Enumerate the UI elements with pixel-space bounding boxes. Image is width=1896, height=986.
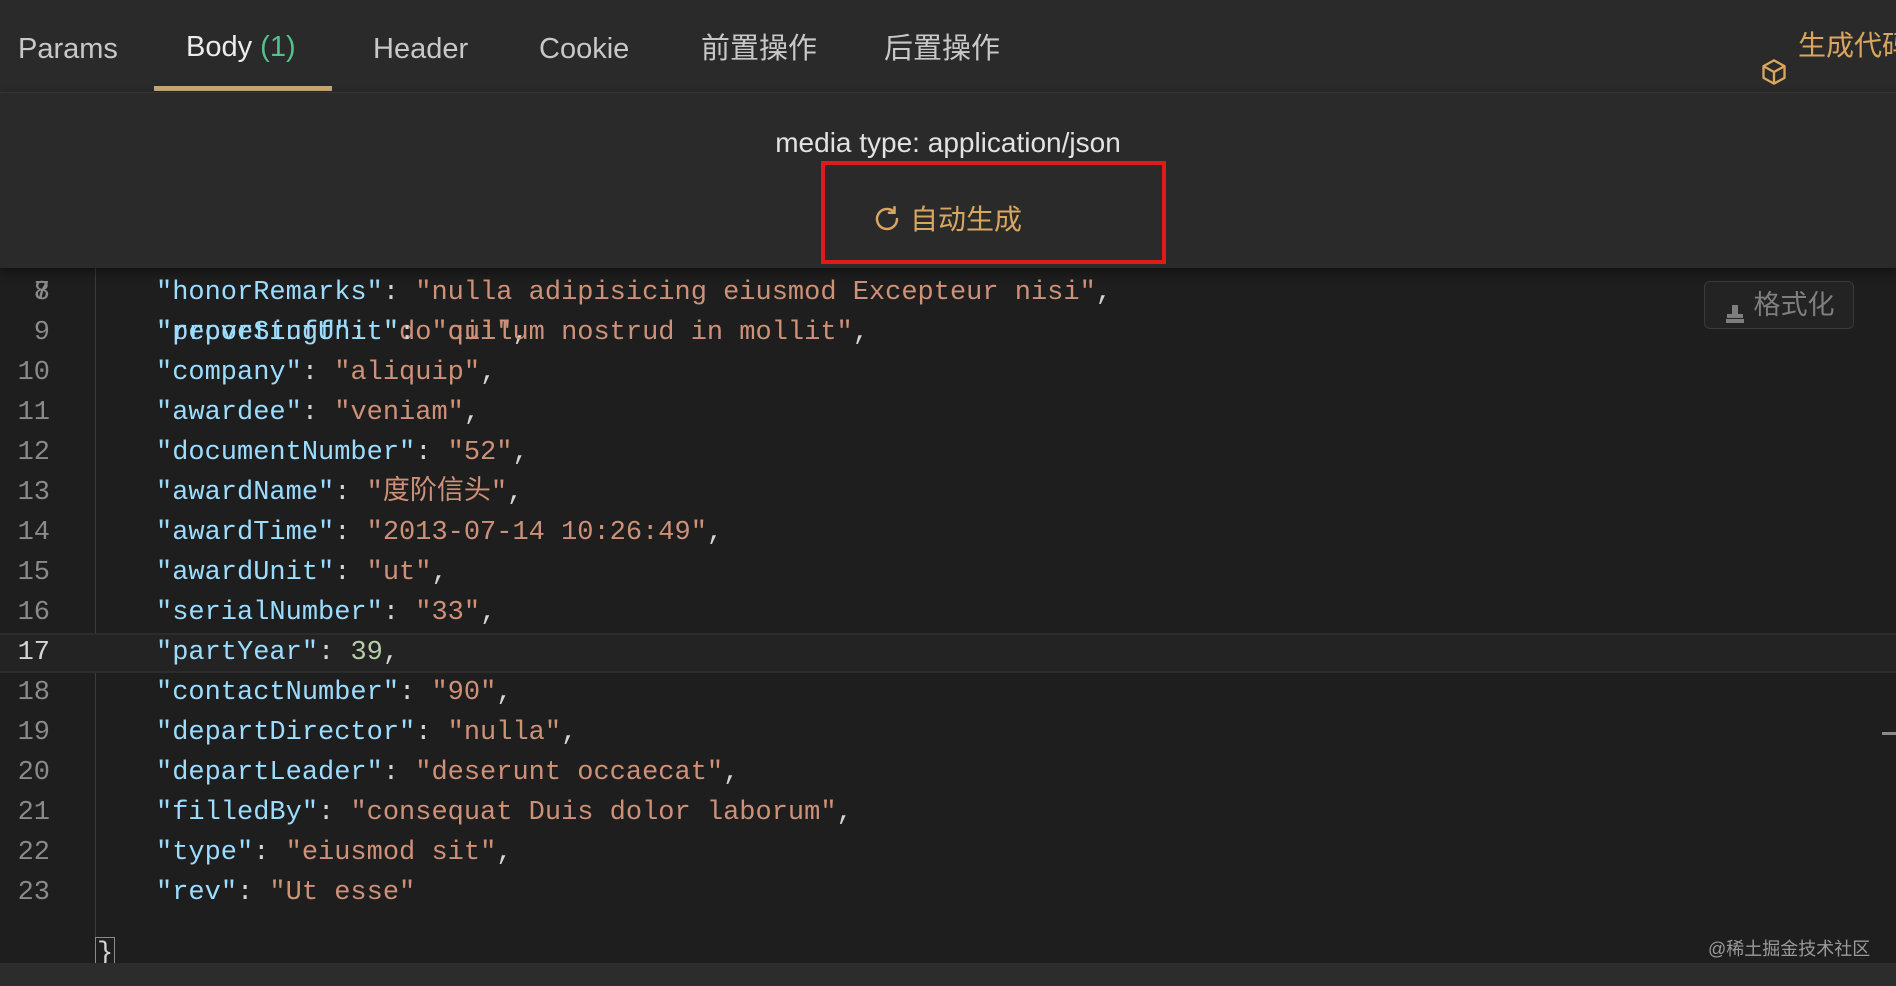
tab-header-label: Header xyxy=(373,33,469,65)
line-number: 20 xyxy=(17,758,50,788)
code-line: 18 "contactNumber": "90", xyxy=(0,673,1896,713)
active-tab-indicator xyxy=(154,86,332,91)
json-value: 2013-07-14 10:26:49 xyxy=(382,518,691,548)
line-number: 14 xyxy=(17,518,50,548)
tab-params[interactable]: Params xyxy=(18,0,118,92)
json-key: partYear xyxy=(172,638,302,668)
json-value: 度阶信头 xyxy=(382,478,491,508)
json-key: company xyxy=(172,358,286,388)
json-key: awardUnit xyxy=(172,558,319,588)
tab-body[interactable]: Body (1) xyxy=(186,0,296,92)
horizontal-scrollbar[interactable] xyxy=(0,963,1896,986)
code-line: 23 "rev": "Ut esse" xyxy=(0,873,1896,913)
scrollbar-marker xyxy=(1882,732,1896,735)
json-key: serialNumber xyxy=(172,598,367,628)
json-value: 39 xyxy=(350,638,383,668)
api-request-editor: Params Body (1) Header Cookie 前置操作 后置操作 xyxy=(0,0,1896,986)
code-line: 20 "departLeader": "deserunt occaecat", xyxy=(0,753,1896,793)
watermark: @稀土掘金技术社区 xyxy=(1708,939,1871,959)
tab-post-operations[interactable]: 后置操作 xyxy=(884,0,1000,92)
line-number: 16 xyxy=(17,598,50,628)
line-number: 15 xyxy=(17,558,50,588)
json-value: veniam xyxy=(350,398,448,428)
code-line: 15 "awardUnit": "ut", xyxy=(0,553,1896,593)
line-number: 21 xyxy=(17,798,50,828)
json-key: honorRemarks xyxy=(172,278,367,308)
json-value: 52 xyxy=(463,438,497,468)
code-line: 11 "awardee": "veniam", xyxy=(0,393,1896,433)
json-value: nulla adipisicing eiusmod Excepteur nisi xyxy=(431,278,1080,308)
json-value: ut xyxy=(382,558,416,588)
json-value: deserunt occaecat xyxy=(431,758,707,788)
code-line: 10 "company": "aliquip", xyxy=(0,353,1896,393)
tab-header[interactable]: Header xyxy=(373,0,468,92)
json-value: eiusmod sit xyxy=(301,838,481,868)
tab-post-operations-label: 后置操作 xyxy=(884,33,1001,65)
line-number: 12 xyxy=(17,438,50,468)
json-key: departLeader xyxy=(172,758,367,788)
line-number: 9 xyxy=(33,318,50,348)
json-key: contactNumber xyxy=(172,678,383,708)
code-line: 21 "filledBy": "consequat Duis dolor labo… xyxy=(0,793,1896,833)
closing-brace: } xyxy=(95,937,116,963)
format-button[interactable]: 格式化 xyxy=(1704,281,1854,329)
tab-cookie[interactable]: Cookie xyxy=(539,0,629,92)
line-number: 22 xyxy=(17,838,50,868)
code-line: 16 "serialNumber": "33", xyxy=(0,593,1896,633)
json-key: awardTime xyxy=(172,518,319,548)
line-number: 19 xyxy=(17,718,50,748)
code-line: 17 "partYear": 39, xyxy=(0,633,1896,673)
json-value: cillum nostrud in mollit xyxy=(447,318,837,348)
line-number: 18 xyxy=(17,678,50,708)
format-button-label: 格式化 xyxy=(1753,290,1835,320)
code-line: 19 "departDirector": "nulla", xyxy=(0,713,1896,753)
tab-pre-operations[interactable]: 前置操作 xyxy=(701,0,817,92)
json-value: nulla xyxy=(463,718,545,748)
media-type-label: media type: application/json xyxy=(775,127,1121,158)
generate-code-button[interactable]: 生成代码 xyxy=(1760,0,1896,92)
line-number: 13 xyxy=(17,478,50,508)
format-icon xyxy=(1724,293,1746,324)
line-number: 10 xyxy=(17,358,50,388)
code-line: 13 "awardName": "度阶信头", xyxy=(0,473,1896,513)
json-key: filledBy xyxy=(172,798,302,828)
json-value: Ut esse xyxy=(285,878,400,908)
line-number: 17 xyxy=(17,638,50,668)
json-value: 90 xyxy=(447,678,481,708)
code-line: 12 "documentNumber": "52", xyxy=(0,433,1896,473)
tab-body-count: (1) xyxy=(260,31,296,63)
annotation-highlight-box xyxy=(821,161,1166,264)
code-line: 14 "awardTime": "2013-07-14 10:26:49", xyxy=(0,513,1896,553)
json-key: rev xyxy=(172,878,221,908)
json-value: 33 xyxy=(431,598,464,628)
json-key: departDirector xyxy=(172,718,400,748)
json-key: awardName xyxy=(172,478,319,508)
json-key: awardee xyxy=(172,398,286,428)
code-line: 9 "reportingUnit": "cillum nostrud in mol… xyxy=(0,313,1896,353)
cube-icon xyxy=(1760,31,1788,85)
line-number: 8 xyxy=(33,278,50,308)
code-line: 22 "type": "eiusmod sit", xyxy=(0,833,1896,873)
json-value: consequat Duis dolor laborum xyxy=(366,798,821,828)
tab-body-label: Body xyxy=(186,31,253,63)
json-value: aliquip xyxy=(350,358,464,388)
generate-code-label: 生成代码 xyxy=(1798,30,1896,61)
code-line: 8 "honorRemarks": "nulla adipisicing eius… xyxy=(0,273,1896,313)
code-line-closing: 24 } xyxy=(0,933,1896,963)
tab-pre-operations-label: 前置操作 xyxy=(701,33,818,65)
line-number: 23 xyxy=(17,878,50,908)
tab-params-label: Params xyxy=(18,33,118,65)
json-key: reportingUnit xyxy=(172,318,383,348)
request-tabs-bar: Params Body (1) Header Cookie 前置操作 后置操作 xyxy=(0,0,1896,93)
json-key: type xyxy=(172,838,238,868)
tab-cookie-label: Cookie xyxy=(539,33,630,65)
json-key: documentNumber xyxy=(172,438,400,468)
line-number: 11 xyxy=(17,398,50,428)
